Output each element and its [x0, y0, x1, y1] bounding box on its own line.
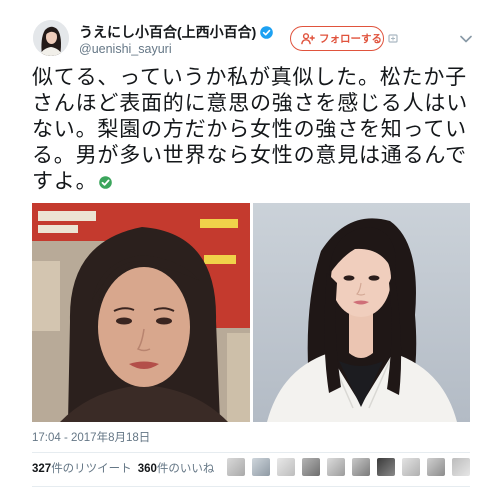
liker-avatar[interactable]: [302, 458, 320, 476]
user-handle[interactable]: @uenishi_sayuri: [79, 41, 172, 57]
author-name-row[interactable]: うえにし小百合(上西小百合): [79, 23, 274, 41]
liker-avatars: [227, 458, 470, 476]
chevron-down-icon[interactable]: [460, 35, 472, 43]
tweet-text: 似てる、っていうか私が真似した。松たか子さんほど表面的に意思の強さを感じる人はい…: [32, 65, 476, 195]
like-count-link[interactable]: 360件のいいね: [138, 461, 215, 477]
profile-avatar[interactable]: [33, 20, 69, 56]
tweet-stats: 327件のリツイート 360件のいいね: [32, 461, 220, 477]
tweet-text-content: 似てる、っていうか私が真似した。松たか子さんほど表面的に意思の強さを感じる人はい…: [32, 66, 468, 193]
tweet-photo-right[interactable]: [253, 203, 470, 422]
liker-avatar[interactable]: [327, 458, 345, 476]
avatar-portrait: [33, 20, 69, 56]
like-label: 件のいいね: [156, 463, 215, 475]
liker-avatar[interactable]: [252, 458, 270, 476]
liker-avatar[interactable]: [377, 458, 395, 476]
retweet-count-link[interactable]: 327件のリツイート: [32, 461, 132, 477]
like-count: 360: [137, 463, 157, 475]
verified-badge-icon: [260, 25, 274, 39]
display-name[interactable]: うえにし小百合(上西小百合): [79, 23, 256, 41]
follow-button[interactable]: フォローする: [290, 26, 384, 51]
follow-button-label: フォローする: [319, 33, 382, 45]
liker-avatar[interactable]: [402, 458, 420, 476]
liker-avatar[interactable]: [352, 458, 370, 476]
check-mark-emoji-icon: [99, 176, 113, 189]
divider: [32, 486, 470, 487]
tweet-photo-left[interactable]: [32, 203, 250, 422]
small-action-icon[interactable]: [388, 33, 399, 44]
liker-avatar[interactable]: [452, 458, 470, 476]
tweet-timestamp[interactable]: 17:04 - 2017年8月18日: [32, 431, 150, 446]
liker-avatar[interactable]: [427, 458, 445, 476]
liker-avatar[interactable]: [227, 458, 245, 476]
liker-avatar[interactable]: [277, 458, 295, 476]
retweet-count: 327: [32, 463, 52, 475]
retweet-label: 件のリツイート: [51, 463, 132, 475]
person-add-icon: [301, 32, 315, 44]
divider: [32, 452, 470, 453]
